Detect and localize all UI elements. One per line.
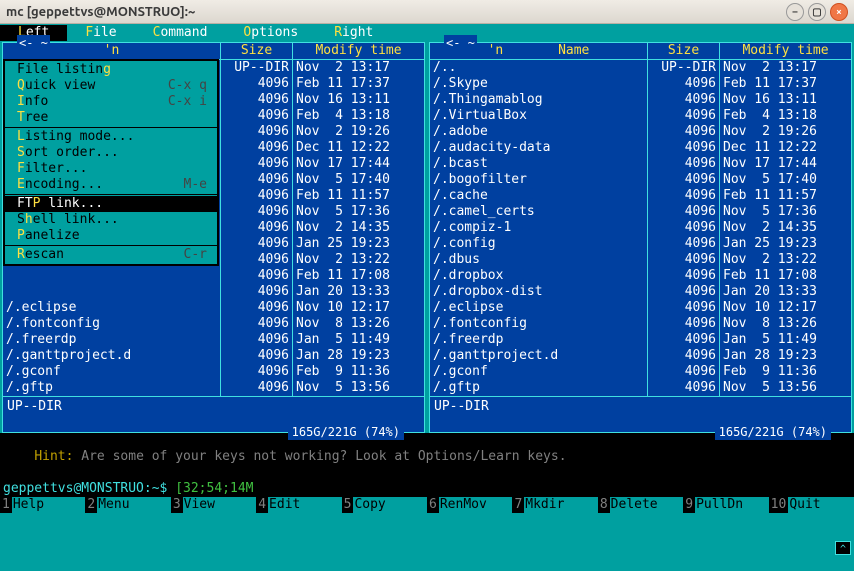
file-row[interactable]: /.freerdp4096Jan 5 11:49 [430, 332, 851, 348]
col-size[interactable]: Size [647, 43, 719, 59]
left-menu-dropdown[interactable]: File listingQuick viewC-x qInfoC-x iTree… [3, 59, 219, 266]
fkey-8[interactable]: 8Delete [598, 497, 683, 513]
file-row[interactable]: /.Skype4096Feb 11 17:37 [430, 76, 851, 92]
dropdown-item[interactable]: Shell link... [5, 212, 217, 228]
right-panel[interactable]: <- ~ 'n Name Size Modify time /..UP--DIR… [429, 42, 852, 433]
fkey-10[interactable]: 10Quit [769, 497, 854, 513]
shell-prompt[interactable]: geppettvs@MONSTRUO:~$ [32;54;14M [0, 481, 854, 497]
right-rows[interactable]: /..UP--DIRNov 2 13:17/.Skype4096Feb 11 1… [430, 60, 851, 396]
fkey-3[interactable]: 3View [171, 497, 256, 513]
file-row[interactable]: /.fontconfig4096Nov 8 13:26 [430, 316, 851, 332]
file-row[interactable]: /.ganttproject.d4096Jan 28 19:23 [430, 348, 851, 364]
file-row[interactable]: /.bcast4096Nov 17 17:44 [430, 156, 851, 172]
file-row[interactable]: /.Thingamablog4096Nov 16 13:11 [430, 92, 851, 108]
file-row[interactable]: 4096Feb 11 17:08 [3, 268, 424, 284]
file-row[interactable]: /.camel_certs4096Nov 5 17:36 [430, 204, 851, 220]
right-panel-header: 'n Name Size Modify time [430, 43, 851, 60]
col-size[interactable]: Size [220, 43, 292, 59]
dropdown-item[interactable]: Filter... [5, 161, 217, 177]
fkey-7[interactable]: 7Mkdir [512, 497, 597, 513]
fkey-5[interactable]: 5Copy [342, 497, 427, 513]
right-disk-usage: 165G/221G (74%) [715, 424, 831, 440]
hint-line: Hint: Are some of your keys not working?… [0, 433, 854, 481]
minimize-button[interactable]: – [786, 3, 804, 21]
right-panel-path: <- ~ [444, 35, 477, 51]
file-row[interactable]: /.gconf4096Feb 9 11:36 [3, 364, 424, 380]
dropdown-item[interactable]: FTP link... [5, 196, 217, 212]
file-row[interactable]: /..UP--DIRNov 2 13:17 [430, 60, 851, 76]
file-row[interactable]: /.fontconfig4096Nov 8 13:26 [3, 316, 424, 332]
file-row[interactable]: /.gconf4096Feb 9 11:36 [430, 364, 851, 380]
file-row[interactable]: /.audacity-data4096Dec 11 12:22 [430, 140, 851, 156]
menu-right[interactable]: Right [316, 25, 391, 41]
file-row[interactable]: /.eclipse4096Nov 10 12:17 [3, 300, 424, 316]
file-row[interactable]: /.config4096Jan 25 19:23 [430, 236, 851, 252]
dropdown-item[interactable]: Listing mode... [5, 129, 217, 145]
dropdown-item[interactable]: Sort order... [5, 145, 217, 161]
file-row[interactable]: /.dbus4096Nov 2 13:22 [430, 252, 851, 268]
menu-options[interactable]: Options [225, 25, 316, 41]
close-button[interactable]: × [830, 3, 848, 21]
fkey-6[interactable]: 6RenMov [427, 497, 512, 513]
file-row[interactable]: /.dropbox-dist4096Jan 20 13:33 [430, 284, 851, 300]
dropdown-item[interactable]: Tree [5, 110, 217, 126]
left-panel-path: <- ~ [17, 35, 50, 51]
col-date[interactable]: Modify time [292, 43, 424, 59]
file-row[interactable]: /.eclipse4096Nov 10 12:17 [430, 300, 851, 316]
col-date[interactable]: Modify time [719, 43, 851, 59]
terminal-area: LeftFileCommandOptionsRight <- ~ 'n Size… [0, 24, 854, 571]
dropdown-item[interactable]: RescanC-r [5, 247, 217, 263]
maximize-button[interactable]: ▢ [808, 3, 826, 21]
menu-command[interactable]: Command [135, 25, 226, 41]
window-title: mc [geppettvs@MONSTRUO]:~ [6, 5, 195, 19]
dropdown-item[interactable]: File listing [5, 62, 217, 78]
file-row[interactable]: /.dropbox4096Feb 11 17:08 [430, 268, 851, 284]
file-row[interactable]: /.bogofilter4096Nov 5 17:40 [430, 172, 851, 188]
file-row[interactable]: /.ganttproject.d4096Jan 28 19:23 [3, 348, 424, 364]
scroll-indicator: ^ [835, 541, 851, 555]
dropdown-item[interactable]: Encoding...M-e [5, 177, 217, 193]
menu-file[interactable]: File [67, 25, 134, 41]
dropdown-item[interactable]: Quick viewC-x q [5, 78, 217, 94]
file-row[interactable]: /.adobe4096Nov 2 19:26 [430, 124, 851, 140]
left-panel-header: 'n Size Modify time [3, 43, 424, 60]
file-row[interactable]: /.gftp4096Nov 5 13:56 [430, 380, 851, 396]
fkey-9[interactable]: 9PullDn [683, 497, 768, 513]
fkey-1[interactable]: 1Help [0, 497, 85, 513]
file-row[interactable]: /.freerdp4096Jan 5 11:49 [3, 332, 424, 348]
menubar[interactable]: LeftFileCommandOptionsRight [0, 24, 854, 42]
file-row[interactable]: /.compiz-14096Nov 2 14:35 [430, 220, 851, 236]
dropdown-item[interactable]: Panelize [5, 228, 217, 244]
file-row[interactable]: /.VirtualBox4096Feb 4 13:18 [430, 108, 851, 124]
file-row[interactable]: 4096Jan 20 13:33 [3, 284, 424, 300]
file-row[interactable]: /.cache4096Feb 11 11:57 [430, 188, 851, 204]
left-disk-usage: 165G/221G (74%) [288, 424, 404, 440]
function-key-bar[interactable]: 1Help2Menu3View4Edit5Copy6RenMov7Mkdir8D… [0, 497, 854, 513]
fkey-4[interactable]: 4Edit [256, 497, 341, 513]
fkey-2[interactable]: 2Menu [85, 497, 170, 513]
window-titlebar: mc [geppettvs@MONSTRUO]:~ – ▢ × [0, 0, 854, 24]
dropdown-item[interactable]: InfoC-x i [5, 94, 217, 110]
file-row[interactable]: /.gftp4096Nov 5 13:56 [3, 380, 424, 396]
